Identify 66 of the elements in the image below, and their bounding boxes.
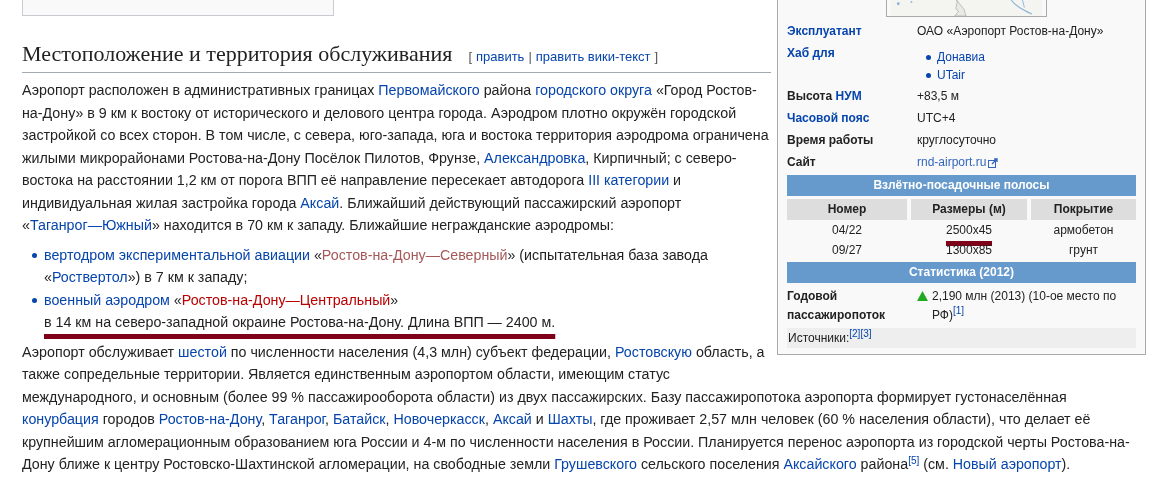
table-cell: 1300x85	[945, 243, 992, 257]
field-value: круглосуточно	[917, 132, 997, 149]
column-header: Размеры (м)	[911, 199, 1027, 220]
link[interactable]: городского округа	[535, 82, 652, 98]
section-heading: Местоположение и территория обслуживания	[22, 40, 453, 68]
link[interactable]: Хаб для	[787, 46, 835, 60]
link[interactable]: Новочеркасск	[393, 411, 485, 427]
paragraph: Аэропорт расположен в административных границах Первомайского района городского округа «Город Ростов-на-Дону» в 9 км к востоку от исторического и делового центра города. Аэродром плотно окружён городской застройкой со всех сторон. В том числе, с севера, юго-запада, юга и востока территория аэродрома ограничена жилыми микрорайонами Ростова-на-Дону Посёлок Пилотов, Фрунзе, Александровка, Кирпичный; с северо-востока на расстоянии 1,2 км от порога ВПП её направление пересекает автодорога III категории и индивидуальная жилая застройка города Аксай. Ближайший действующий пассажирский аэропорт «Таганрог—Южный» находится в 70 км к западу. Ближайшие негражданские аэродромы:	[22, 81, 770, 235]
link[interactable]: Часовой пояс	[787, 111, 870, 125]
separator: |	[528, 48, 532, 66]
link[interactable]: Роствертол	[51, 269, 128, 285]
field-label: Сайт	[787, 154, 817, 171]
link[interactable]: Ростовскую	[614, 343, 692, 360]
field-label: Годовой пассажиропоток	[787, 288, 886, 324]
link[interactable]: Шахты	[547, 411, 593, 427]
field-label: Время работы	[787, 132, 875, 149]
link[interactable]: Ростов-на-Дону—Центральный	[181, 291, 391, 308]
link[interactable]: Новый аэропорт	[952, 456, 1062, 472]
table-cell: 2500x45	[945, 223, 992, 237]
bullet-icon	[926, 72, 931, 78]
link[interactable]: III категории	[588, 172, 670, 188]
link[interactable]: Эксплуатант	[787, 24, 862, 38]
link[interactable]: шестой	[178, 343, 227, 360]
bracket: [	[468, 48, 472, 66]
field-value: 2,190 млн (2013) (10-ое место по РФ)$^{[1]}$	[932, 288, 1118, 324]
table-cell: армобетон	[1053, 223, 1114, 237]
reference-link[interactable]: [3]	[860, 328, 872, 339]
bullet-icon	[32, 252, 37, 258]
link[interactable]: Батайск	[333, 411, 386, 427]
bullet-icon	[926, 54, 931, 60]
edit-link[interactable]: править	[476, 47, 525, 67]
field-value: +83,5 м	[917, 88, 959, 105]
reference-link[interactable]: [1]	[953, 305, 965, 316]
edit-link[interactable]: править вики-текст	[535, 47, 651, 67]
section-header: Взлётно-посадочные полосы	[787, 175, 1136, 196]
column-header: Покрытие	[1031, 199, 1136, 220]
link[interactable]: конурбация	[22, 411, 99, 427]
link[interactable]: Первомайского	[378, 82, 480, 98]
link[interactable]: Таганрог	[269, 411, 326, 427]
link[interactable]: Донавиа	[937, 50, 985, 64]
link[interactable]: Грушевского	[554, 456, 637, 472]
link[interactable]: Аксай	[492, 411, 532, 427]
link[interactable]: вертодром экспериментальной авиации	[44, 246, 310, 263]
field-value: ОАО «Аэропорт Ростов-на-Дону»	[917, 23, 1104, 40]
link[interactable]: Аксайского	[783, 456, 857, 472]
table-cell: 04/22	[832, 223, 862, 237]
reference-link[interactable]: [5]	[908, 455, 920, 466]
bracket: ]	[654, 48, 659, 66]
table-cell: 09/27	[832, 243, 862, 257]
external-link-icon	[988, 157, 999, 168]
field-value: UTC+4	[917, 110, 956, 127]
link[interactable]: НУМ	[835, 89, 862, 103]
link[interactable]: Таганрог—Южный	[29, 217, 152, 233]
link[interactable]: Ростов-на-Дону—Северный	[321, 246, 508, 263]
field-label: Высота НУМ	[787, 88, 863, 105]
list-item: военный аэродром «Ростов-на-Дону—Центральный» в 14 км на северо-западной окраине Ростова-на-Дону. Длина ВПП — 2400 м.	[44, 290, 557, 332]
underlined-text: Длина ВПП — 2400 м.	[408, 314, 556, 330]
table-cell: грунт	[1068, 243, 1098, 257]
link[interactable]: UTair	[937, 68, 965, 82]
section-header: Статистика (2012)	[787, 262, 1136, 283]
underlined-text: в 14 км на северо-западной окраине Ростова-на-Дону.	[44, 314, 406, 330]
external-link[interactable]: rnd-airport.ru	[917, 153, 999, 172]
bullet-icon	[32, 297, 37, 303]
link[interactable]: военный аэродром	[44, 291, 170, 308]
column-header: Номер	[787, 199, 907, 220]
list-item: вертодром экспериментальной авиации «Ростов-на-Дону—Северный» (испытательная база завода «Роствертол») в 7 км к западу;	[44, 245, 709, 287]
